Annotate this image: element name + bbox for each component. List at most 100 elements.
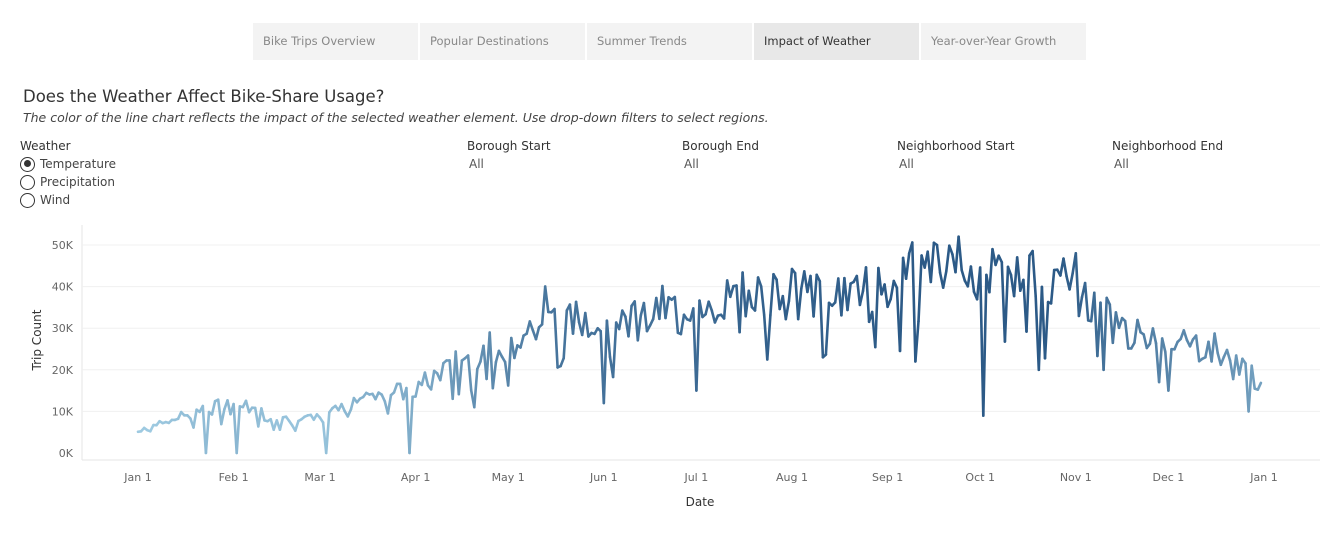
trip-count-line-segment bbox=[1167, 347, 1173, 392]
trip-count-line-segment bbox=[1117, 316, 1124, 330]
trip-count-line-segment bbox=[1102, 296, 1108, 372]
trip-count-line-segment bbox=[1025, 254, 1031, 333]
trip-count-line-segment bbox=[1083, 281, 1090, 322]
trip-count-line-chart: 0K 10K 20K 30K 40K 50K Jan 1 Feb 1 Mar 1 Apr 1 May… bbox=[30, 225, 1320, 509]
trip-count-line-segment bbox=[759, 285, 766, 317]
trip-count-line-segment bbox=[1049, 268, 1056, 305]
y-tick-label: 50K bbox=[52, 239, 74, 252]
trip-count-line-segment bbox=[1157, 337, 1164, 384]
trip-count-line-segment bbox=[728, 284, 735, 299]
trip-count-line-segment bbox=[1074, 252, 1081, 318]
trip-count-line-segment bbox=[438, 361, 445, 382]
x-tick-label: Feb 1 bbox=[219, 471, 249, 484]
trip-count-line-segment bbox=[707, 300, 714, 312]
y-tick-label: 30K bbox=[52, 322, 74, 335]
x-tick-label: Oct 1 bbox=[965, 471, 995, 484]
trip-count-line-segment bbox=[981, 273, 988, 417]
trip-count-line-segment bbox=[846, 282, 852, 312]
trip-count-line-segment bbox=[543, 285, 550, 314]
trip-count-line-segment bbox=[636, 314, 643, 342]
x-tick-label: Aug 1 bbox=[776, 471, 808, 484]
trip-count-line-segment bbox=[293, 419, 300, 433]
trip-count-line-segment bbox=[679, 313, 686, 336]
trip-count-line-segment bbox=[1003, 265, 1010, 343]
trip-count-line-segment bbox=[204, 410, 211, 455]
trip-count-line-segment bbox=[1250, 364, 1256, 390]
trip-count-line-segment bbox=[386, 393, 393, 415]
trip-count-line-segment bbox=[898, 256, 905, 353]
trip-count-line-segment bbox=[1031, 249, 1037, 298]
trip-count-line-segment bbox=[472, 367, 479, 409]
x-tick-label: Dec 1 bbox=[1152, 471, 1184, 484]
trip-count-line-segment bbox=[1194, 334, 1201, 363]
x-tick-label: Jun 1 bbox=[589, 471, 618, 484]
trip-count-line-segment bbox=[910, 241, 917, 363]
trip-count-line-segment bbox=[873, 266, 880, 349]
x-axis-title: Date bbox=[686, 495, 715, 509]
trip-count-line-segment bbox=[969, 265, 976, 294]
trip-count-line-segment bbox=[664, 295, 670, 320]
trip-count-line-segment bbox=[349, 396, 356, 411]
x-tick-label: Apr 1 bbox=[401, 471, 431, 484]
trip-count-line-segment bbox=[784, 299, 791, 321]
trip-count-line-segment bbox=[947, 244, 954, 256]
trip-count-line-segment bbox=[673, 295, 680, 335]
trip-count-line-segment bbox=[1015, 256, 1022, 293]
trip-count-line-segment bbox=[1043, 300, 1050, 360]
x-tick-label: May 1 bbox=[492, 471, 525, 484]
y-axis-title: Trip Count bbox=[30, 309, 44, 371]
trip-count-line-segment bbox=[957, 235, 964, 272]
trip-count-line-segment bbox=[605, 319, 612, 359]
trip-count-line-segment bbox=[457, 359, 464, 396]
x-tick-label: Jan 1 bbox=[1249, 471, 1277, 484]
trip-count-line-segment bbox=[769, 272, 775, 317]
trip-count-line-segment bbox=[513, 344, 519, 360]
trip-count-line-segment bbox=[408, 395, 414, 455]
trip-count-line-segment bbox=[506, 336, 513, 387]
trip-count-line-segment bbox=[627, 304, 633, 338]
trip-count-line-segment bbox=[864, 266, 871, 324]
trip-count-line-segment bbox=[414, 380, 421, 398]
trip-count-line-segment bbox=[960, 268, 967, 282]
trip-count-line-segment bbox=[1136, 318, 1142, 334]
trip-count-line-segment bbox=[787, 267, 794, 303]
trip-count-line-segment bbox=[929, 241, 936, 284]
trip-count-line-segment bbox=[1225, 348, 1232, 362]
trip-count-line-segment bbox=[914, 319, 920, 363]
trip-count-line-segment bbox=[260, 407, 266, 422]
trip-count-line-segment bbox=[695, 299, 701, 392]
trip-count-line-segment bbox=[244, 399, 251, 414]
trip-count-line-segment bbox=[1123, 319, 1130, 350]
trip-count-line-segment bbox=[818, 279, 825, 359]
trip-count-line-segment bbox=[1247, 364, 1253, 413]
trip-count-line-segment bbox=[642, 301, 649, 333]
trip-count-line-segment bbox=[488, 331, 495, 390]
trip-count-line-segment bbox=[877, 266, 883, 296]
y-tick-label: 10K bbox=[52, 405, 74, 418]
trip-count-line-segment bbox=[534, 325, 541, 341]
trip-count-line-segment bbox=[941, 269, 948, 289]
trip-count-line-segment bbox=[528, 320, 535, 332]
trip-count-line-segment bbox=[1182, 329, 1189, 342]
trip-count-line-segment bbox=[617, 309, 624, 331]
trip-count-line-segment bbox=[1142, 333, 1149, 350]
trip-count-line-segment bbox=[553, 307, 559, 369]
trip-count-line-segment bbox=[889, 279, 896, 301]
trip-count-line-segment bbox=[824, 301, 831, 356]
trip-count-line-segment bbox=[855, 274, 862, 307]
trip-count-line-segment bbox=[324, 411, 331, 455]
trip-count-line-segment bbox=[753, 276, 760, 312]
trip-count-line-segment bbox=[812, 273, 819, 318]
trip-count-line-segment bbox=[574, 300, 581, 324]
trip-count-line-segment bbox=[1111, 311, 1118, 345]
trip-count-line-segment bbox=[235, 405, 242, 455]
trip-count-line-segment bbox=[1238, 357, 1244, 376]
trip-count-line-segment bbox=[519, 334, 525, 349]
trip-count-line-segment bbox=[1256, 381, 1263, 392]
trip-count-line-segment bbox=[917, 254, 923, 323]
trip-count-line-segment bbox=[935, 243, 942, 275]
trip-count-line-segment bbox=[392, 382, 399, 394]
trip-count-line-segment bbox=[747, 289, 754, 309]
x-tick-label: Nov 1 bbox=[1060, 471, 1092, 484]
trip-count-line-segment bbox=[1062, 257, 1068, 278]
